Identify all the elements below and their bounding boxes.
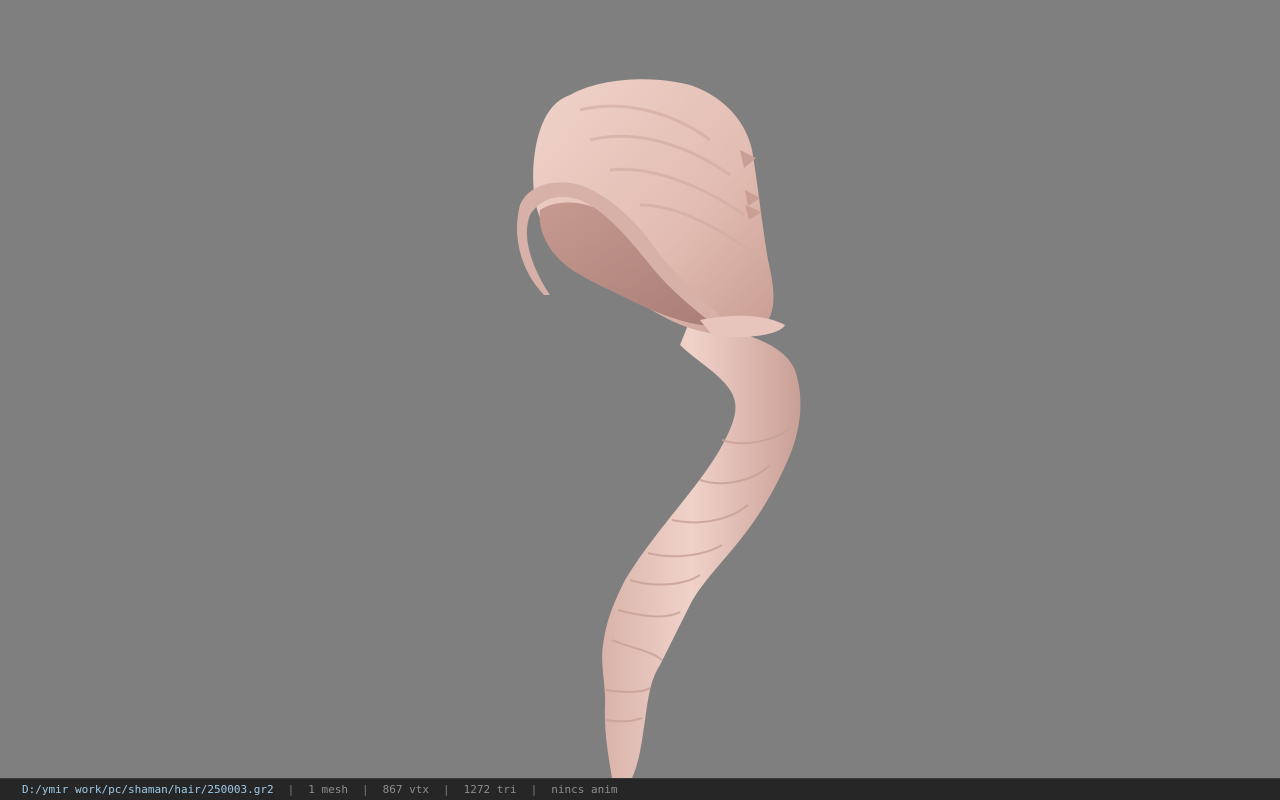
separator: | xyxy=(362,783,369,796)
triangle-count-label: 1272 tri xyxy=(463,783,517,796)
vertex-count-label: 867 vtx xyxy=(382,783,430,796)
mesh-count-label: 1 mesh xyxy=(308,783,349,796)
status-bar: D:/ymir work/pc/shaman/hair/250003.gr2 | 1… xyxy=(0,778,1280,800)
separator: | xyxy=(287,783,295,796)
file-path-label: D:/ymir work/pc/shaman/hair/250003.gr2 xyxy=(22,783,274,796)
hair-tie-shape xyxy=(700,315,785,337)
animation-status-label: nincs anim xyxy=(551,783,618,796)
separator: | xyxy=(443,783,450,796)
braid-shape xyxy=(602,320,801,778)
3d-viewport[interactable] xyxy=(0,0,1280,778)
separator: | xyxy=(530,783,538,796)
hair-mesh-model xyxy=(517,79,801,778)
